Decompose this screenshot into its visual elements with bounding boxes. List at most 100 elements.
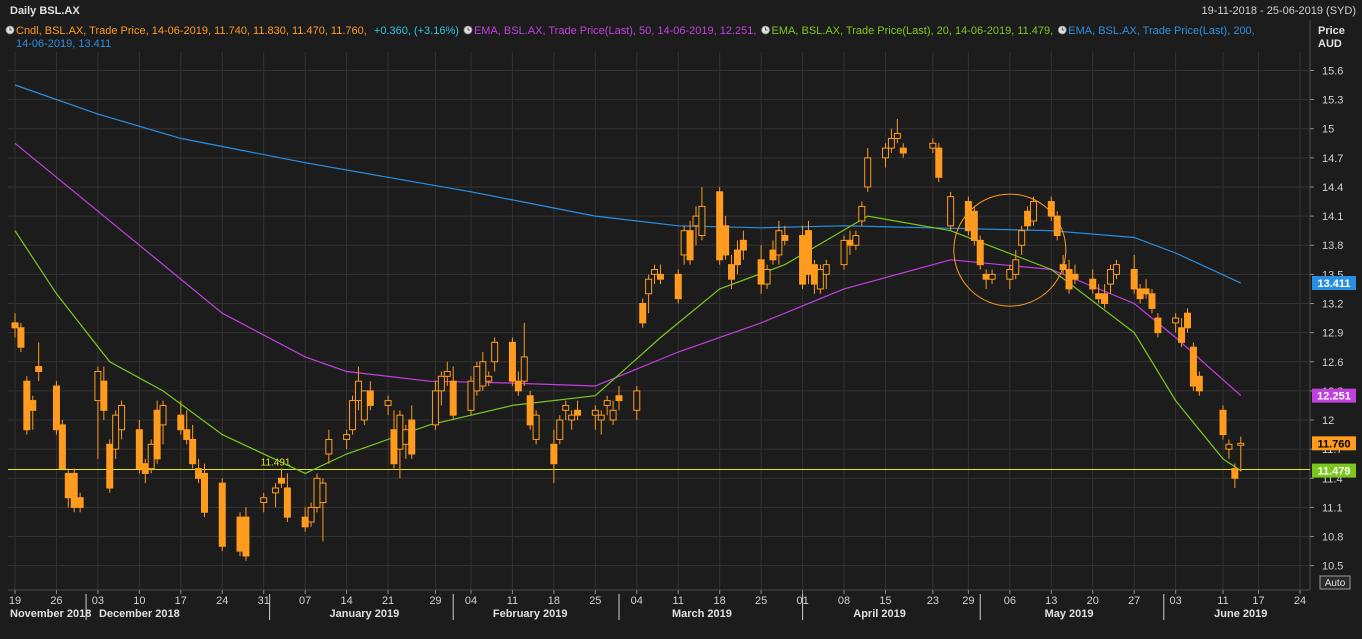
clock-icon [761, 25, 770, 35]
x-tick-label: 10 [133, 595, 145, 607]
candle-body-up [822, 264, 830, 275]
candle-body-down [390, 429, 398, 465]
x-tick-label: 03 [1170, 595, 1182, 607]
candle-body-up [485, 375, 493, 382]
candle-body-down [1071, 273, 1079, 280]
candle-body-down [810, 264, 818, 285]
candle-body-up [118, 404, 126, 431]
auto-scale-button[interactable]: Auto [1319, 575, 1351, 590]
candle-body-up [1018, 230, 1026, 246]
y-tick-label: 14.4 [1322, 182, 1343, 194]
candle-body-down [366, 390, 374, 406]
candle-body-down [141, 463, 149, 474]
candle-body-up [532, 414, 540, 440]
candle [639, 298, 647, 328]
x-tick-label: 26 [50, 595, 62, 607]
x-tick-label: 07 [299, 595, 311, 607]
x-tick-label: 04 [465, 595, 477, 607]
candle-body-down [1089, 278, 1097, 290]
x-tick-label: 31 [258, 595, 270, 607]
candle-body-up [343, 434, 351, 440]
candle-body-down [17, 327, 25, 348]
candle-body-up [1030, 201, 1038, 222]
candle-body-up [354, 380, 362, 402]
candle [1219, 405, 1227, 440]
price-chart: 11.491 Daily BSL.AX 19-11-2018 - 25-06-2… [0, 0, 1362, 639]
y-tick-label: 13.2 [1322, 298, 1343, 310]
candle [532, 410, 540, 445]
x-tick-label: 19 [9, 595, 21, 607]
x-tick-label: 04 [631, 595, 643, 607]
candle-body-down [781, 235, 789, 241]
candle-body-up [112, 414, 120, 450]
candle-body-up [633, 390, 641, 411]
y-tick-label: 10.5 [1322, 561, 1343, 573]
candle-body-down [769, 249, 777, 261]
x-tick-label: 11 [673, 595, 684, 607]
candle [349, 395, 357, 435]
y-tick-label: 12.6 [1322, 357, 1343, 369]
y-tick-label: 11.1 [1322, 502, 1343, 514]
candle-body-up [651, 269, 659, 275]
candle-change: +0.360, (+3.16%) [374, 25, 459, 37]
candle-body-down [805, 230, 813, 275]
candle-body-down [76, 497, 84, 508]
y-tick-label: 14.7 [1322, 153, 1343, 165]
candle-body-up [396, 414, 404, 450]
candle-body-down [733, 249, 741, 266]
y-tick-label: 15.6 [1322, 65, 1343, 77]
candle-body-down [58, 424, 66, 470]
price-tag-ema20: 11.479 [1312, 463, 1356, 478]
candle-body-down [177, 414, 185, 431]
candle-body-up [147, 443, 155, 470]
candle-body-up [479, 361, 487, 387]
candle-body-down [1189, 346, 1197, 387]
candle-body-up [360, 390, 368, 421]
candle [1189, 342, 1197, 391]
candle [840, 235, 848, 270]
candle-body-up [852, 235, 860, 246]
candle-body-down [1231, 468, 1239, 479]
candle-body-down [64, 472, 72, 499]
candle [473, 361, 481, 396]
x-tick-label: 24 [1294, 595, 1306, 607]
candle-body-down [183, 429, 191, 440]
price-tag-label: 12.251 [1317, 391, 1351, 403]
month-label: March 2019 [672, 608, 732, 620]
candle [805, 220, 813, 285]
candle-body-up [597, 414, 605, 421]
candle-body-up [431, 390, 439, 426]
x-tick-label: 24 [216, 595, 228, 607]
candle [17, 322, 25, 353]
x-tick-label: 17 [1252, 595, 1264, 607]
price-tag-label: 11.479 [1317, 466, 1350, 478]
candle-body-up [272, 487, 280, 494]
x-tick-label: 14 [340, 595, 352, 607]
candle-body-down [1148, 293, 1156, 309]
candle [674, 269, 682, 304]
candle-body-up [887, 137, 895, 149]
candle-body-up [443, 370, 451, 377]
candle-body-up [692, 215, 700, 227]
candle-body-down [29, 400, 37, 411]
candle-body-up [645, 278, 653, 295]
candle-body-down [189, 438, 197, 465]
candle [23, 376, 31, 435]
candle-body-up [775, 230, 783, 256]
candle-body-down [970, 210, 978, 241]
candle-body-up [384, 400, 392, 406]
candle [58, 420, 66, 470]
candle-body-down [846, 239, 854, 246]
chart-title: Daily BSL.AX [10, 5, 80, 17]
candle-body-down [1101, 293, 1109, 304]
price-tag-label: 11.760 [1317, 438, 1350, 450]
candle-body-up [881, 147, 889, 159]
candle-body-down [674, 273, 682, 300]
x-tick-label: 11 [507, 595, 518, 607]
candle-body-up [1107, 269, 1115, 285]
candle-body-down [656, 273, 664, 280]
price-tag-candle: 11.760 [1312, 436, 1356, 451]
candle-body-up [988, 273, 996, 280]
candle-body-down [153, 409, 161, 460]
candle-body-up [929, 142, 937, 149]
